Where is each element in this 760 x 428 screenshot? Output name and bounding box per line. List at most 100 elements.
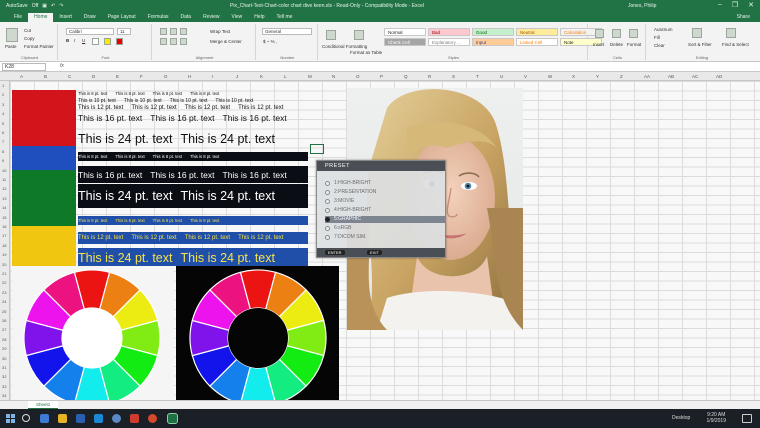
column-header[interactable]: AB <box>668 74 674 79</box>
cell-style-linked-cell[interactable]: Linked Cell <box>516 38 558 46</box>
column-header[interactable]: U <box>500 74 503 79</box>
redo-icon[interactable]: ↷ <box>59 3 63 9</box>
cell-style-bad[interactable]: Bad <box>428 28 470 36</box>
desktop-label[interactable]: Desktop <box>672 415 690 421</box>
column-header[interactable]: D <box>92 74 95 79</box>
restore-icon[interactable]: ❐ <box>732 1 738 9</box>
tab-page-layout[interactable]: Page Layout <box>102 13 142 22</box>
row-header[interactable]: 5 <box>2 121 4 126</box>
font-name-select[interactable]: Calibri <box>66 28 114 35</box>
conditional-formatting-button[interactable]: Conditional Formatting <box>322 44 367 49</box>
row-header[interactable]: 9 <box>2 158 4 163</box>
column-header[interactable]: O <box>356 74 360 79</box>
row-header[interactable]: 25 <box>2 309 6 314</box>
autosave-toggle[interactable]: Off <box>32 3 39 9</box>
ie-icon[interactable] <box>94 414 103 423</box>
tab-review[interactable]: Review <box>197 13 225 22</box>
row-header[interactable]: 8 <box>2 149 4 154</box>
osd-preset-item[interactable]: 3:MOVIE <box>325 198 445 205</box>
powerpoint-icon[interactable] <box>130 414 139 423</box>
row-header[interactable]: 17 <box>2 233 6 238</box>
row-header[interactable]: 31 <box>2 365 6 370</box>
fx-icon[interactable]: fx <box>60 63 64 69</box>
row-header[interactable]: 18 <box>2 243 6 248</box>
row-header[interactable]: 3 <box>2 102 4 107</box>
align-bottom-icon[interactable] <box>180 28 187 35</box>
column-header[interactable]: R <box>428 74 431 79</box>
tab-file[interactable]: File <box>8 13 28 22</box>
format-icon[interactable] <box>629 29 638 38</box>
currency-button[interactable]: $ ~ % , <box>263 39 277 44</box>
find-select-icon[interactable] <box>726 28 736 38</box>
osd-exit-button[interactable]: EXIT <box>367 250 382 255</box>
insert-button[interactable]: Insert <box>593 42 604 47</box>
osd-preset-item[interactable]: 7:DICOM SIM. <box>325 234 445 241</box>
row-header[interactable]: 20 <box>2 262 6 267</box>
merge-center-button[interactable]: Merge & Center <box>210 39 242 44</box>
underline-button[interactable]: U <box>82 38 85 43</box>
fill-color-icon[interactable] <box>104 38 111 45</box>
find-select-button[interactable]: Find & Select <box>722 42 749 47</box>
format-painter-button[interactable]: Format Painter <box>24 44 54 49</box>
close-icon[interactable]: ✕ <box>748 1 754 9</box>
row-header[interactable]: 32 <box>2 374 6 379</box>
column-header[interactable]: AC <box>692 74 698 79</box>
sort-filter-icon[interactable] <box>692 28 702 38</box>
osd-preset-item[interactable]: 4:HIGH-BRIGHT <box>325 207 445 214</box>
cell-style-good[interactable]: Good <box>472 28 514 36</box>
row-header[interactable]: 19 <box>2 252 6 257</box>
tab-insert[interactable]: Insert <box>53 13 78 22</box>
autosum-button[interactable]: AutoSum <box>654 27 673 32</box>
column-header[interactable]: M <box>308 74 312 79</box>
align-left-icon[interactable] <box>160 38 167 45</box>
tab-data[interactable]: Data <box>175 13 198 22</box>
windows-start-icon[interactable] <box>6 414 15 423</box>
tab-view[interactable]: View <box>226 13 249 22</box>
tab-tell-me[interactable]: Tell me <box>271 13 299 22</box>
tab-home[interactable]: Home <box>28 13 54 22</box>
font-color-icon[interactable] <box>116 38 123 45</box>
column-header[interactable]: AD <box>716 74 722 79</box>
insert-icon[interactable] <box>595 29 604 38</box>
edge-icon[interactable] <box>40 414 49 423</box>
row-header[interactable]: 33 <box>2 384 6 389</box>
cell-style-explanatory-[interactable]: Explanatory ... <box>428 38 470 46</box>
row-header[interactable]: 13 <box>2 196 6 201</box>
column-header[interactable]: L <box>284 74 287 79</box>
format-button[interactable]: Format <box>627 42 641 47</box>
align-middle-icon[interactable] <box>170 28 177 35</box>
search-icon[interactable] <box>22 414 30 422</box>
share-button[interactable]: Share <box>737 14 750 20</box>
conditional-formatting-icon[interactable] <box>326 30 336 40</box>
column-header[interactable]: Y <box>596 74 599 79</box>
column-header[interactable]: W <box>548 74 552 79</box>
bold-button[interactable]: B <box>66 38 69 43</box>
excel-icon[interactable] <box>167 413 178 424</box>
number-format-select[interactable]: General <box>262 28 312 35</box>
row-header[interactable]: 23 <box>2 290 6 295</box>
app-icon[interactable] <box>148 414 157 423</box>
row-header[interactable]: 12 <box>2 186 6 191</box>
column-header[interactable]: K <box>260 74 263 79</box>
italic-button[interactable]: I <box>74 38 75 43</box>
row-header[interactable]: 7 <box>2 139 4 144</box>
user-name[interactable]: Jones, Philip <box>628 3 656 9</box>
row-header[interactable]: 11 <box>2 177 6 182</box>
column-header[interactable]: N <box>332 74 335 79</box>
align-top-icon[interactable] <box>160 28 167 35</box>
tab-help[interactable]: Help <box>248 13 270 22</box>
column-header[interactable]: F <box>140 74 143 79</box>
column-header[interactable]: V <box>524 74 527 79</box>
row-header[interactable]: 2 <box>2 92 4 97</box>
row-header[interactable]: 10 <box>2 168 6 173</box>
column-header[interactable]: Z <box>620 74 623 79</box>
tab-formulas[interactable]: Formulas <box>142 13 175 22</box>
row-header[interactable]: 34 <box>2 393 6 398</box>
tab-draw[interactable]: Draw <box>78 13 102 22</box>
column-header[interactable]: Q <box>404 74 408 79</box>
row-header[interactable]: 26 <box>2 318 6 323</box>
sort-filter-button[interactable]: Sort & Filter <box>688 42 712 47</box>
row-header[interactable]: 21 <box>2 271 6 276</box>
row-header[interactable]: 15 <box>2 215 6 220</box>
paste-icon[interactable] <box>6 28 18 42</box>
